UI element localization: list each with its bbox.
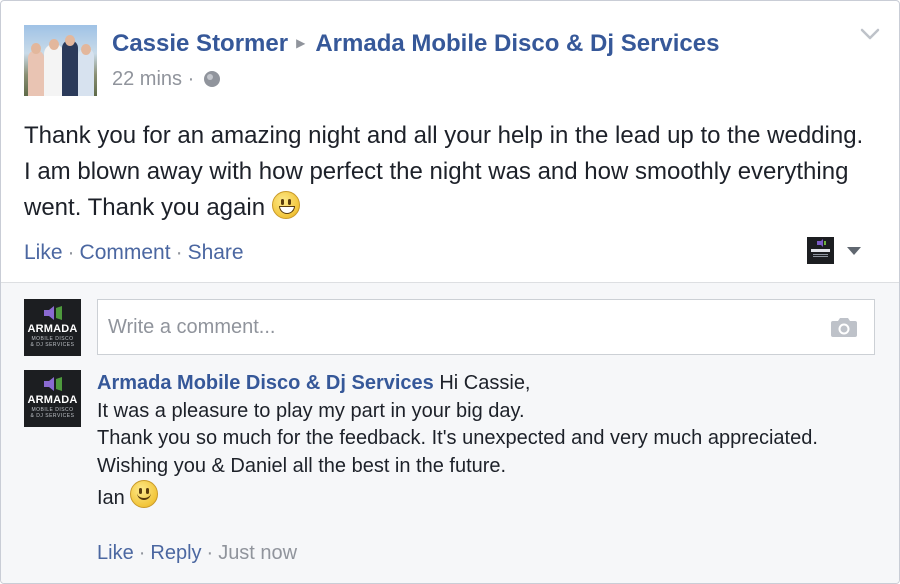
- smiling-face-emoji: [130, 480, 159, 508]
- avatar-brand-subtext: MOBILE DISCO & DJ SERVICES: [30, 407, 75, 419]
- reply-author-link[interactable]: Armada Mobile Disco & Dj Services: [97, 372, 434, 394]
- reply-reply-button[interactable]: Reply: [150, 542, 201, 564]
- comment-input[interactable]: [98, 300, 828, 354]
- action-separator: ·: [67, 241, 75, 264]
- avatar-figure: [28, 50, 44, 96]
- comment-input-box[interactable]: [97, 299, 875, 355]
- chevron-down-icon[interactable]: [859, 23, 881, 45]
- reply-line: Wishing you & Daniel all the best in the…: [97, 454, 507, 477]
- meta-separator: ·: [187, 68, 195, 90]
- page-identity-switcher-avatar[interactable]: [807, 237, 834, 264]
- speaker-logo-icon: [44, 377, 62, 391]
- post-card: Cassie Stormer ▶ Armada Mobile Disco & Dj …: [0, 0, 900, 584]
- action-separator: ·: [175, 241, 183, 264]
- post-body-text: Thank you for an amazing night and all y…: [24, 122, 864, 221]
- reply-author-avatar[interactable]: ARMADA MOBILE DISCO & DJ SERVICES: [24, 370, 81, 427]
- post-body: Thank you for an amazing night and all y…: [24, 118, 864, 226]
- avatar-brand-text: ARMADA: [27, 323, 78, 335]
- speaker-logo-icon: [44, 306, 62, 320]
- post-actions: Like · Comment · Share: [24, 241, 244, 265]
- author-name-link[interactable]: Cassie Stormer: [112, 30, 288, 57]
- reply-line-with-emoji: Ian: [97, 480, 857, 513]
- reply-actions: Like · Reply · Just now: [97, 542, 297, 565]
- avatar-face: [81, 44, 91, 55]
- target-page-link[interactable]: Armada Mobile Disco & Dj Services: [315, 30, 719, 57]
- reply-line: Thank you so much for the feedback. It's…: [97, 427, 818, 449]
- globe-icon[interactable]: [203, 71, 220, 87]
- reply-line: Hi Cassie,: [439, 372, 531, 394]
- reply-like-button[interactable]: Like: [97, 542, 134, 564]
- like-button[interactable]: Like: [24, 241, 63, 264]
- comments-section: ARMADA MOBILE DISCO & DJ SERVICES ARMADA…: [1, 282, 899, 583]
- reply-line: It was a pleasure to play my part in you…: [97, 399, 525, 422]
- camera-icon[interactable]: [830, 316, 858, 338]
- commenter-avatar[interactable]: ARMADA MOBILE DISCO & DJ SERVICES: [24, 299, 81, 356]
- avatar-figure: [62, 40, 78, 96]
- grinning-face-emoji: [271, 191, 300, 219]
- action-separator: ·: [206, 542, 214, 564]
- post-timestamp[interactable]: 22 mins: [112, 68, 182, 90]
- arrow-right-icon: ▶: [296, 36, 306, 50]
- caret-down-icon[interactable]: [847, 247, 861, 255]
- reply-comment: Armada Mobile Disco & Dj Services Hi Cas…: [97, 370, 857, 513]
- post-meta: 22 mins ·: [112, 68, 220, 91]
- avatar-figure: [44, 44, 64, 96]
- author-line: Cassie Stormer ▶ Armada Mobile Disco & Dj …: [112, 30, 719, 58]
- reply-timestamp[interactable]: Just now: [218, 542, 297, 564]
- avatar-face: [49, 39, 59, 50]
- share-button[interactable]: Share: [188, 241, 244, 264]
- avatar-brand-text: ARMADA: [27, 394, 78, 406]
- avatar-figure: [78, 48, 94, 96]
- action-separator: ·: [138, 542, 146, 564]
- avatar-face: [65, 35, 75, 46]
- avatar-face: [31, 43, 41, 54]
- post-header: Cassie Stormer ▶ Armada Mobile Disco & Dj …: [24, 22, 864, 98]
- comment-button[interactable]: Comment: [80, 241, 171, 264]
- reply-signature: Ian: [97, 487, 125, 509]
- avatar-brand-subtext: MOBILE DISCO & DJ SERVICES: [30, 336, 75, 348]
- author-avatar[interactable]: [24, 25, 97, 96]
